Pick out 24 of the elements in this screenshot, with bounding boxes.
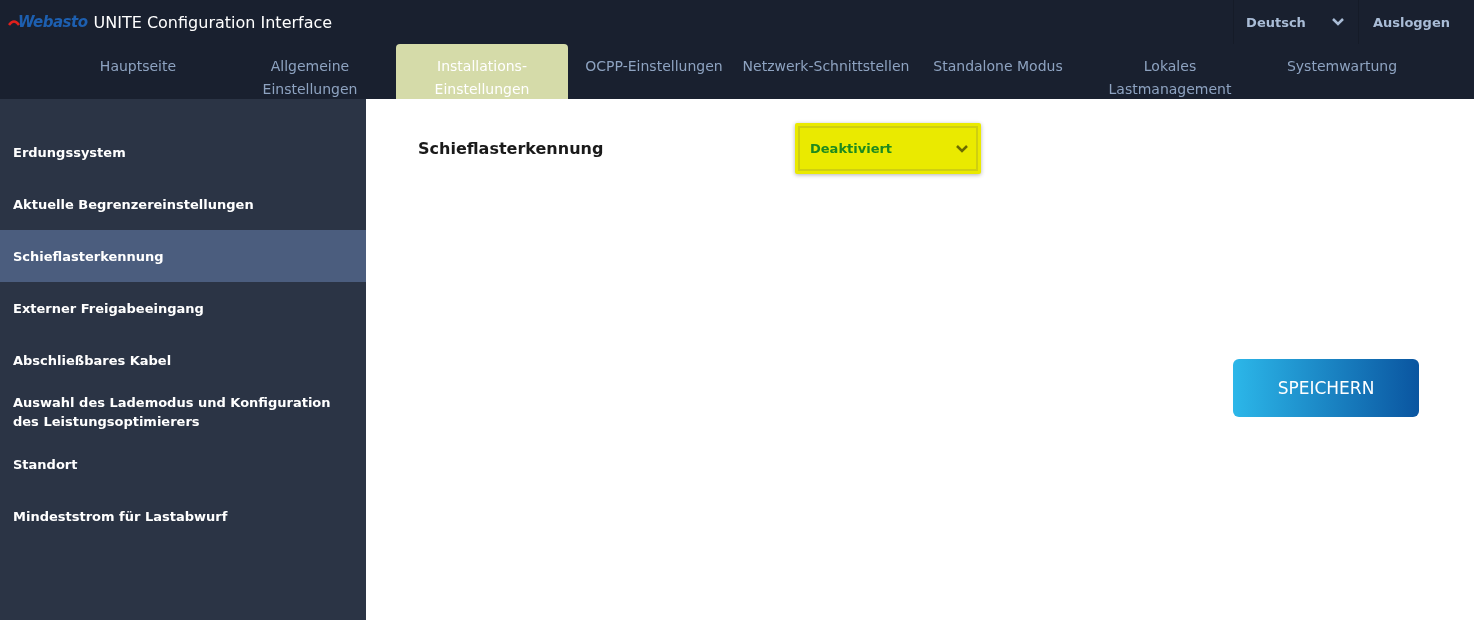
dropdown[interactable]: Deaktiviert (795, 123, 981, 174)
sidebar-item[interactable]: Externer Freigabeeingang (0, 282, 366, 334)
logout-link[interactable]: Ausloggen (1358, 14, 1474, 30)
nav-tab[interactable]: Netzwerk-Schnittstellen (740, 44, 912, 99)
sidebar-item[interactable]: Auswahl des Lademodus und Konfiguration des Leistungsoptimierers (0, 386, 366, 438)
sidebar-item[interactable]: Schieflasterkennung (0, 230, 366, 282)
chevron-down-icon (1331, 18, 1344, 26)
sidebar-item[interactable]: Abschließbares Kabel (0, 334, 366, 386)
nav-tab[interactable]: Hauptseite (52, 44, 224, 99)
nav-tab[interactable]: OCPP-Einstellungen (568, 44, 740, 99)
app-title: UNITE Configuration Interface (93, 12, 333, 32)
chevron-down-icon (956, 144, 968, 153)
sidebar-item[interactable]: Mindeststrom für Lastabwurf (0, 490, 366, 542)
sidebar-item[interactable]: Standort (0, 438, 366, 490)
logo: Webasto (18, 13, 88, 31)
nav-tab[interactable]: Allgemeine Einstellungen (224, 44, 396, 99)
sidebar-item[interactable]: Aktuelle Begrenzereinstellungen (0, 178, 366, 230)
field-label: Schieflasterkennung (418, 139, 605, 158)
arc-icon (8, 17, 20, 27)
sidebar-item[interactable]: Erdungssystem (0, 126, 366, 178)
save-button[interactable]: SPEICHERN (1233, 359, 1419, 417)
nav-tab[interactable]: Systemwartung (1256, 44, 1428, 99)
nav-tab[interactable]: Standalone Modus (912, 44, 1084, 99)
nav-tab[interactable]: Lokales Lastmanagement (1084, 44, 1256, 99)
